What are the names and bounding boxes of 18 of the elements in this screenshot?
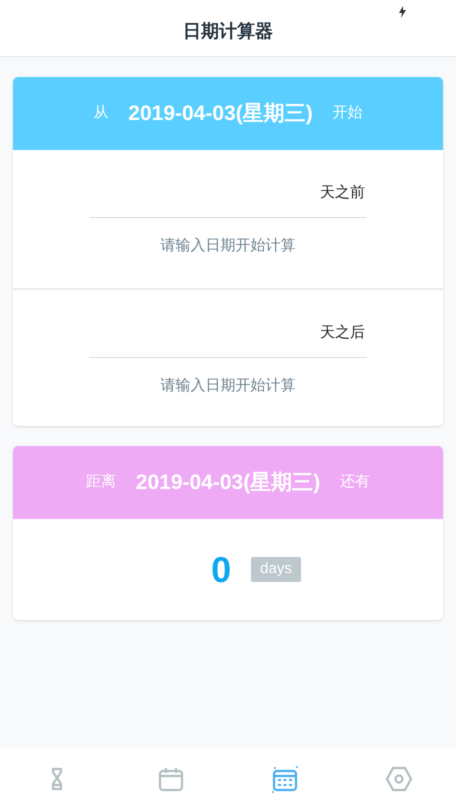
nav-tab[interactable] xyxy=(385,764,413,792)
hexagon-icon xyxy=(385,764,413,792)
nav-tab[interactable] xyxy=(271,764,299,792)
days-count: 0 xyxy=(211,552,232,588)
suffix-label: 开始 xyxy=(332,103,363,124)
charging-icon xyxy=(399,6,406,18)
prefix-label: 距离 xyxy=(86,472,116,492)
calendar-icon xyxy=(271,764,299,792)
date-label: 2019-04-03(星期三) xyxy=(128,100,313,127)
days-input-field[interactable]: 天之后 xyxy=(89,310,367,358)
suffix-label: 还有 xyxy=(340,472,370,492)
days-input-field[interactable]: 天之前 xyxy=(89,170,367,218)
date-label: 2019-04-03(星期三) xyxy=(136,470,320,496)
days-unit-label: days xyxy=(251,557,301,582)
prefix-label: 从 xyxy=(93,103,108,124)
hint-text: 请输入日期开始计算 xyxy=(160,236,296,256)
app-title: 日期计算器 xyxy=(183,20,273,42)
hint-text: 请输入日期开始计算 xyxy=(160,376,296,396)
